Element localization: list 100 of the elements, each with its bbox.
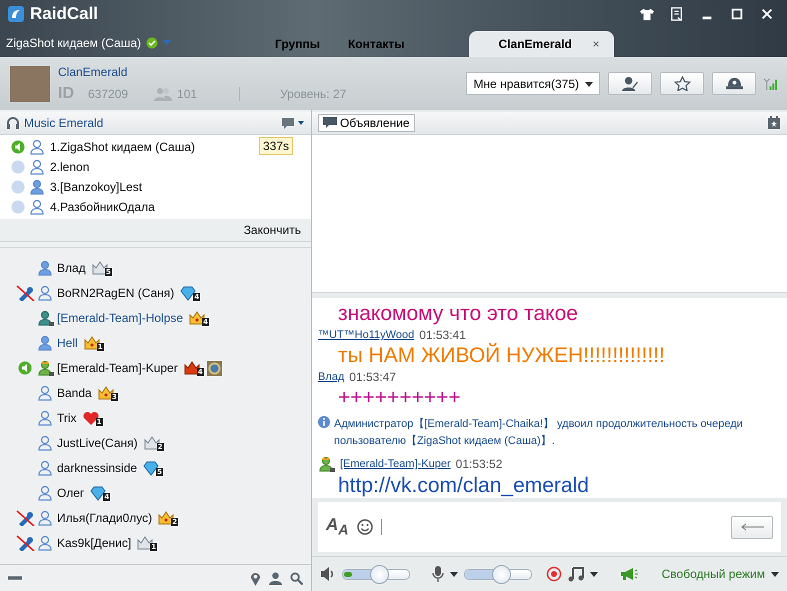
author-link[interactable]: ™UT™Ho11yWood	[318, 329, 414, 341]
user-icon	[37, 260, 54, 276]
star-icon	[674, 76, 690, 91]
user-icon	[29, 139, 46, 155]
member-count: 101	[177, 86, 198, 100]
smiley-icon[interactable]	[356, 519, 373, 535]
user-icon	[37, 484, 54, 500]
speaker-icon[interactable]	[320, 567, 336, 581]
hat-icon	[726, 76, 742, 91]
raidcall-logo-icon	[8, 6, 24, 22]
channel-name: Music Emerald	[24, 116, 104, 130]
notes-icon[interactable]	[670, 7, 684, 21]
message-time: 01:53:52	[456, 457, 502, 471]
caret-icon[interactable]	[771, 572, 779, 576]
queue-timer: 337s	[259, 137, 294, 155]
manager-avatar-icon	[37, 310, 54, 326]
member-name: darknessinside	[57, 460, 138, 474]
mode-dropdown[interactable]: Свободный режим	[662, 567, 765, 581]
member-name: Banda	[57, 386, 92, 400]
star-button[interactable]	[660, 72, 704, 95]
member-name: Trix	[57, 410, 77, 424]
chat-message: http://vk.com/clan_emerald	[337, 474, 590, 498]
user-icon	[37, 460, 54, 476]
user-icon	[37, 510, 54, 526]
info-icon	[318, 416, 330, 428]
send-button[interactable]	[731, 516, 773, 538]
close-tab-button[interactable]: ×	[592, 37, 600, 51]
announcement-button[interactable]: Объявление	[318, 114, 415, 132]
headset-icon	[6, 116, 20, 130]
tab[interactable]: ClanEmerald ×	[468, 31, 614, 57]
manager-avatar-icon	[37, 360, 54, 376]
finish-button[interactable]: Закончить	[244, 223, 301, 237]
member-name: Илья(Глади0лус)	[57, 510, 152, 524]
close-icon[interactable]	[760, 7, 774, 21]
location-pin-icon[interactable]	[250, 570, 261, 586]
member-name: JustLive(Саня)	[57, 436, 138, 450]
queue-user-name: 3.[Banzokoy]Lest	[50, 180, 142, 194]
user-icon	[37, 284, 54, 300]
author-link[interactable]: [Emerald-Team]-Kuper	[340, 458, 451, 470]
maximize-icon[interactable]	[730, 7, 744, 21]
hat-button[interactable]	[712, 72, 756, 95]
queue-user-name: 1.ZigaShot кидаем (Саша)	[50, 140, 196, 154]
chat-menu-icon[interactable]	[281, 116, 305, 130]
caret-icon[interactable]	[450, 572, 458, 576]
edit-user-icon	[622, 76, 638, 91]
queue-item[interactable]: 2.lenon	[0, 157, 311, 177]
author-link[interactable]: Влад	[318, 371, 344, 383]
shirt-icon[interactable]	[640, 7, 654, 21]
enter-icon	[740, 523, 764, 531]
member-name: Влад	[57, 260, 86, 274]
message-time: 01:53:47	[349, 370, 396, 384]
chat-message: знакомому что это такое	[337, 302, 579, 326]
slider-thumb[interactable]	[370, 564, 390, 584]
member-name: Hell	[57, 336, 78, 350]
group-id: 637209	[88, 86, 128, 100]
member-name: [Emerald-Team]-Kuper	[57, 360, 178, 374]
queue-item[interactable]: 4.РазбойникОдала	[0, 197, 311, 217]
user-icon[interactable]	[269, 572, 282, 584]
music-note-icon[interactable]	[568, 566, 584, 582]
tab[interactable]: Группы	[261, 31, 334, 57]
user-icon	[37, 334, 54, 350]
user-icon	[37, 384, 54, 400]
user-icon	[29, 179, 46, 195]
caret-icon	[585, 82, 593, 86]
queue-user-name: 4.РазбойникОдала	[50, 200, 155, 214]
member-name: [Emerald-Team]-Holpse	[57, 310, 184, 324]
font-button[interactable]: A$_{A}$	[326, 515, 349, 539]
user-icon	[37, 410, 54, 426]
user-icon	[29, 159, 46, 175]
calendar-icon[interactable]	[767, 116, 781, 130]
member-name: Kas9k[Денис]	[57, 536, 132, 550]
like-dropdown[interactable]: Мне нравится(375)	[466, 72, 600, 95]
queue-item[interactable]: 3.[Banzokoy]Lest	[0, 177, 311, 197]
collapse-icon[interactable]	[8, 576, 22, 580]
caret-icon[interactable]	[590, 572, 598, 576]
group-level: Уровень: 27	[239, 86, 346, 100]
message-time: 01:53:41	[419, 328, 466, 342]
search-icon[interactable]	[290, 572, 303, 584]
message-input[interactable]: A$_{A}$	[318, 502, 781, 552]
user-icon	[37, 534, 54, 550]
system-notice: Администратор【[Emerald-Team]-Chaika!】 удвоил продолжительность очереди пользователю【ZigaShot кидаем (Саша)】.	[334, 416, 744, 449]
slider-thumb[interactable]	[492, 564, 512, 584]
user-icon	[37, 434, 54, 450]
group-name: ClanEmerald	[58, 64, 128, 78]
member-name: BoRN2RagEN (Саня)	[57, 286, 174, 300]
brand-name: RaidCall	[30, 4, 98, 24]
members-icon	[154, 86, 172, 100]
queue-user-name: 2.lenon	[50, 160, 90, 174]
queue-item[interactable]: 1.ZigaShot кидаем (Саша) 337s	[0, 137, 311, 157]
signal-icon	[764, 77, 777, 90]
user-icon	[29, 199, 46, 215]
edit-user-button[interactable]	[608, 72, 652, 95]
megaphone-icon	[620, 567, 640, 581]
announcement-icon	[323, 117, 337, 129]
chat-message: ты НАМ ЖИВОЙ НУЖЕН!!!!!!!!!!!!!!	[337, 344, 666, 368]
user-name: ZigaShot кидаем (Саша)	[6, 36, 142, 50]
record-icon[interactable]	[546, 566, 562, 582]
member-name: Олег	[57, 486, 84, 500]
group-photo-placeholder	[10, 66, 50, 102]
microphone-icon[interactable]	[432, 566, 444, 582]
